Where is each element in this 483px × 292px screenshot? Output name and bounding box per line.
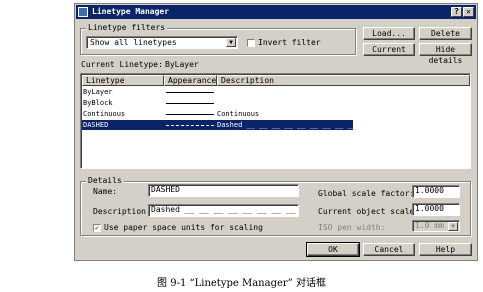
iso-pen-width-select: 1.0 mm ▼ xyxy=(412,220,460,232)
cancel-button[interactable]: Cancel xyxy=(363,243,415,256)
appearance-solid xyxy=(166,92,214,93)
list-row-byblock[interactable]: ByBlock xyxy=(82,98,353,108)
column-header-appearance[interactable]: Appearance xyxy=(164,75,217,86)
current-linetype-value: ByLayer xyxy=(165,60,199,69)
details-label: Details xyxy=(86,176,124,186)
linetype-list[interactable]: Linetype Appearance Description ByLayer … xyxy=(80,73,471,169)
appearance-dashed xyxy=(166,125,214,126)
invert-filter-checkbox[interactable] xyxy=(247,39,255,47)
paper-space-checkbox[interactable]: ✓ xyxy=(93,224,101,232)
close-button[interactable]: ✕ xyxy=(463,7,474,17)
current-button[interactable]: Current xyxy=(363,43,415,56)
linetype-filter-value: Show all linetypes xyxy=(90,38,177,47)
linetype-name: ByLayer xyxy=(83,88,113,96)
hide-details-button[interactable]: Hide details xyxy=(419,43,472,65)
global-scale-label: Global scale factor: xyxy=(318,189,415,198)
linetype-filter-select[interactable]: Show all linetypes ▼ xyxy=(86,36,238,49)
title-bar: Linetype Manager ? ✕ xyxy=(76,5,476,19)
iso-pen-width-value: 1.0 mm xyxy=(415,221,444,230)
list-row-bylayer[interactable]: ByLayer xyxy=(82,87,353,97)
global-scale-field[interactable]: 1.0000 xyxy=(412,185,460,198)
app-icon xyxy=(78,7,88,17)
linetype-name: Continuous xyxy=(83,110,126,118)
name-field[interactable]: DASHED xyxy=(148,184,299,197)
delete-button[interactable]: Delete xyxy=(419,27,472,40)
list-row-dashed[interactable]: DASHED Dashed __ __ __ __ __ __ __ __ __… xyxy=(82,120,432,130)
load-button[interactable]: Load... xyxy=(363,27,415,40)
iso-pen-width-label: ISO pen width: xyxy=(318,223,386,232)
current-linetype-label: Current Linetype: xyxy=(81,60,163,69)
window-title: Linetype Manager xyxy=(92,7,170,16)
paper-space-label: Use paper space units for scaling xyxy=(104,223,263,232)
object-scale-label: Current object scale: xyxy=(318,207,420,216)
linetype-filters-label: Linetype filters xyxy=(86,23,168,33)
linetype-name: ByBlock xyxy=(83,99,113,107)
linetype-description: Dashed __ __ __ __ __ __ __ __ __ __ __ … xyxy=(217,121,432,129)
column-header-description[interactable]: Description xyxy=(217,75,470,86)
linetype-description: Continuous xyxy=(217,110,260,118)
chevron-down-icon: ▼ xyxy=(448,222,458,231)
list-row-continuous[interactable]: Continuous Continuous xyxy=(82,109,353,119)
figure-caption: 图 9-1 “Linetype Manager” 对话框 xyxy=(157,278,326,289)
object-scale-field[interactable]: 1.0000 xyxy=(412,203,460,216)
help-button[interactable]: Help xyxy=(419,243,472,256)
invert-filter-label: Invert filter xyxy=(258,38,321,47)
ok-button[interactable]: OK xyxy=(306,242,360,257)
name-label: Name: xyxy=(93,187,118,196)
linetype-name: DASHED xyxy=(83,121,109,129)
description-label: Description: xyxy=(93,207,151,216)
chevron-down-icon[interactable]: ▼ xyxy=(226,38,236,47)
description-field[interactable]: Dashed __ __ __ __ __ __ __ __ __ __ xyxy=(148,204,299,217)
appearance-solid xyxy=(166,103,214,104)
appearance-solid xyxy=(166,114,214,115)
linetype-manager-dialog: Linetype Manager ? ✕ Linetype filters Sh… xyxy=(74,3,478,261)
column-header-linetype[interactable]: Linetype xyxy=(82,75,164,86)
help-question-button[interactable]: ? xyxy=(451,7,462,17)
